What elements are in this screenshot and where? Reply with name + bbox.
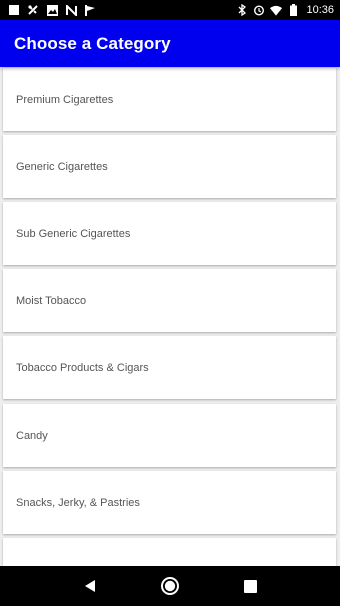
category-list[interactable]: Premium Cigarettes Generic Cigarettes Su… bbox=[0, 67, 340, 566]
navigation-bar bbox=[0, 566, 340, 606]
category-label: Premium Cigarettes bbox=[16, 93, 114, 106]
square-notification-icon bbox=[8, 4, 20, 16]
alarm-icon bbox=[253, 4, 265, 16]
category-label: Moist Tobacco bbox=[16, 294, 87, 307]
category-label: Snacks, Jerky, & Pastries bbox=[16, 496, 140, 509]
category-item-premium-cigarettes[interactable]: Premium Cigarettes bbox=[3, 68, 336, 131]
category-label: Generic Cigarettes bbox=[16, 160, 108, 173]
category-item-generic-cigarettes[interactable]: Generic Cigarettes bbox=[3, 135, 336, 198]
bluetooth-icon bbox=[236, 4, 248, 16]
category-item-candy[interactable]: Candy bbox=[3, 404, 336, 467]
page-title: Choose a Category bbox=[14, 33, 171, 53]
category-label: Tobacco Products & Cigars bbox=[16, 361, 149, 374]
image-notification-icon bbox=[46, 4, 58, 16]
n-notification-icon bbox=[65, 4, 77, 16]
category-label: Candy bbox=[16, 429, 48, 442]
category-label: Sub Generic Cigarettes bbox=[16, 227, 131, 240]
category-item-snacks-jerky-pastries[interactable]: Snacks, Jerky, & Pastries bbox=[3, 471, 336, 534]
recents-icon[interactable] bbox=[235, 571, 265, 601]
notification-icons bbox=[8, 4, 96, 16]
category-item-sub-generic-cigarettes[interactable]: Sub Generic Cigarettes bbox=[3, 202, 336, 265]
category-item-tobacco-products-cigars[interactable]: Tobacco Products & Cigars bbox=[3, 336, 336, 399]
settings-notification-icon bbox=[27, 4, 39, 16]
back-icon[interactable] bbox=[75, 571, 105, 601]
app-bar: Choose a Category bbox=[0, 20, 340, 67]
category-item-moist-tobacco[interactable]: Moist Tobacco bbox=[3, 269, 336, 332]
battery-icon bbox=[287, 4, 299, 16]
category-item-partial[interactable] bbox=[3, 538, 336, 566]
status-bar: 10:36 bbox=[0, 0, 340, 20]
flag-notification-icon bbox=[84, 4, 96, 16]
system-icons: 10:36 bbox=[236, 4, 334, 16]
home-icon[interactable] bbox=[155, 571, 185, 601]
wifi-icon bbox=[270, 4, 283, 16]
status-time: 10:36 bbox=[306, 4, 334, 16]
